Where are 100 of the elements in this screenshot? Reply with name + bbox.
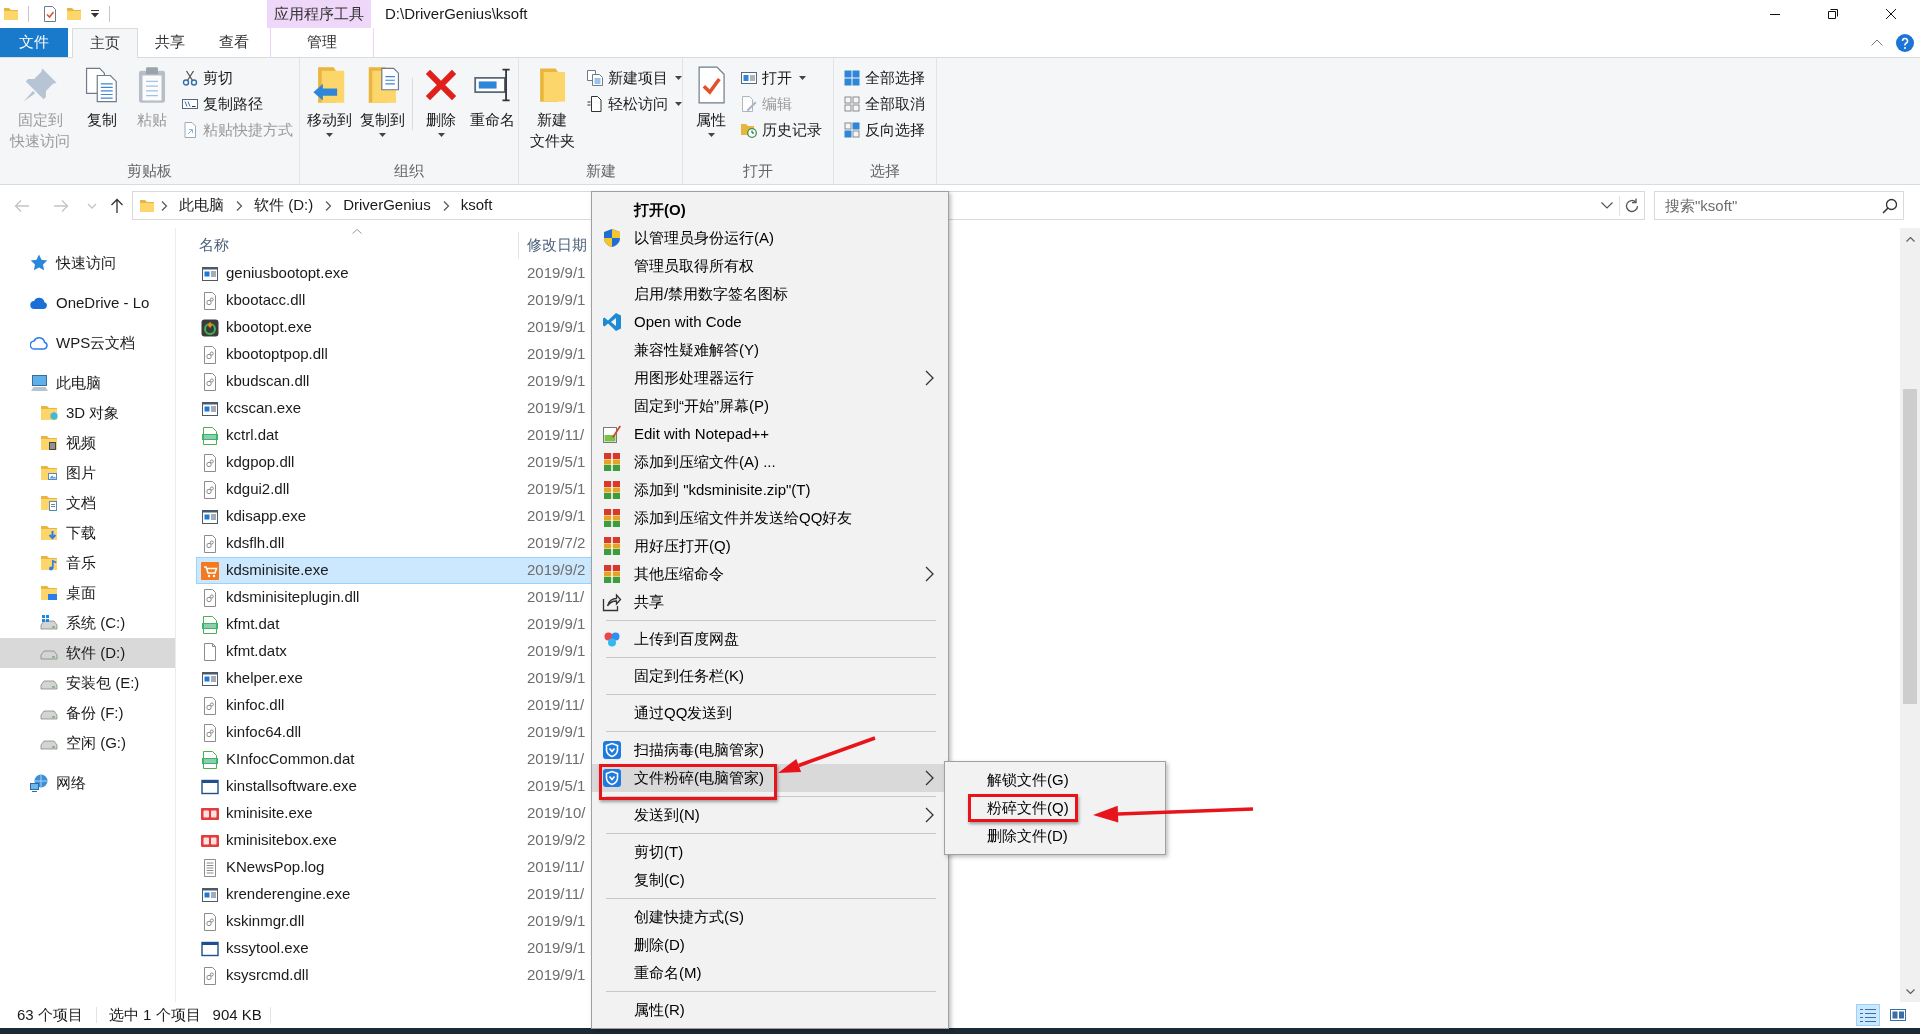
breadcrumb[interactable]: DriverGenius: [337, 193, 437, 218]
menu-item[interactable]: 上传到百度网盘: [592, 625, 743, 653]
menu-item[interactable]: 发送到(N): [592, 801, 948, 829]
menu-item[interactable]: 复制(C): [592, 866, 689, 894]
menu-item[interactable]: 用图形处理器运行: [592, 364, 948, 392]
menu-item[interactable]: 以管理员身份运行(A): [592, 224, 778, 252]
nav-item[interactable]: 图片: [0, 458, 175, 488]
menu-item[interactable]: 剪切(T): [592, 838, 688, 866]
menu-item[interactable]: 添加到压缩文件(A) ...: [592, 448, 780, 476]
open-button[interactable]: 打开: [741, 65, 822, 91]
chevron-right-icon[interactable]: [235, 200, 243, 211]
chevron-up-icon[interactable]: [1871, 39, 1883, 46]
file-name: khelper.exe: [226, 668, 303, 689]
menu-item[interactable]: 添加到压缩文件并发送给QQ好友: [592, 504, 857, 532]
details-view-button[interactable]: [1856, 1004, 1880, 1026]
file-date: 2019/7/2: [527, 533, 586, 554]
menu-item[interactable]: 共享: [592, 588, 668, 616]
nav-item[interactable]: 此电脑: [0, 368, 175, 398]
menu-item[interactable]: Open with Code: [592, 308, 746, 336]
nav-item[interactable]: 软件 (D:): [0, 638, 175, 668]
folder-cube-icon: [40, 404, 58, 422]
customize-caret-icon[interactable]: [91, 10, 99, 18]
ribbon-tab[interactable]: 查看: [202, 28, 266, 57]
file-name: kdsminisiteplugin.dll: [226, 587, 360, 608]
nav-item[interactable]: 备份 (F:): [0, 698, 175, 728]
invert-selection-button[interactable]: 反向选择: [844, 117, 925, 143]
nav-item[interactable]: 视频: [0, 428, 175, 458]
new-item-button[interactable]: 新建项目: [587, 65, 682, 91]
chevron-down-icon[interactable]: [1601, 202, 1613, 209]
nav-item[interactable]: 安装包 (E:): [0, 668, 175, 698]
nav-item[interactable]: 音乐: [0, 548, 175, 578]
nav-item[interactable]: 下载: [0, 518, 175, 548]
menu-item[interactable]: 打开(O): [592, 196, 690, 224]
file-date: 2019/9/1: [527, 398, 586, 419]
menu-item[interactable]: 解锁文件(G): [945, 766, 1073, 794]
menu-item[interactable]: 固定到任务栏(K): [592, 662, 748, 690]
file-name: kbootopt.exe: [226, 317, 312, 338]
nav-item[interactable]: OneDrive - Lo: [0, 288, 175, 318]
nav-item[interactable]: WPS云文档: [0, 328, 175, 358]
chevron-right-icon[interactable]: [441, 200, 450, 211]
copy-to-button[interactable]: 复制到: [357, 58, 408, 137]
copy-button[interactable]: 复制: [78, 58, 126, 151]
easy-access-button[interactable]: 轻松访问: [587, 91, 682, 117]
checked-document-icon[interactable]: [42, 6, 58, 22]
menu-item[interactable]: 删除文件(D): [945, 822, 1072, 850]
help-icon[interactable]: [1896, 33, 1914, 52]
nav-item[interactable]: 3D 对象: [0, 398, 175, 428]
history-button[interactable]: 历史记录: [741, 117, 822, 143]
menu-item[interactable]: 管理员取得所有权: [592, 252, 758, 280]
copy-path-button[interactable]: 复制路径: [182, 91, 293, 117]
ribbon-tab[interactable]: 主页: [72, 28, 138, 58]
menu-item[interactable]: 通过QQ发送到: [592, 699, 737, 727]
nav-item[interactable]: 空闲 (G:): [0, 728, 175, 758]
file-name: kctrl.dat: [226, 425, 279, 446]
file-date: 2019/9/1: [527, 965, 586, 986]
nav-item[interactable]: 桌面: [0, 578, 175, 608]
window-icon: [201, 939, 219, 958]
file-name: kssytool.exe: [226, 938, 309, 959]
scrollbar[interactable]: [1900, 228, 1920, 1002]
folder-music-icon: [40, 554, 58, 572]
nav-item[interactable]: 文档: [0, 488, 175, 518]
breadcrumb[interactable]: ksoft: [454, 193, 499, 218]
nav-item[interactable]: 网络: [0, 768, 175, 798]
outline-grid-icon: [844, 96, 860, 112]
nav-item[interactable]: 快速访问: [0, 248, 175, 278]
file-name: kbootoptpop.dll: [226, 344, 328, 365]
menu-item[interactable]: 用好压打开(Q): [592, 532, 735, 560]
breadcrumb[interactable]: 软件 (D:): [248, 193, 320, 218]
breadcrumb[interactable]: 此电脑: [173, 193, 230, 218]
menu-item[interactable]: 扫描病毒(电脑管家): [592, 736, 768, 764]
scrollbar-thumb[interactable]: [1903, 389, 1917, 704]
chevron-right-icon[interactable]: [160, 200, 168, 211]
column-header[interactable]: 名称: [196, 232, 519, 259]
chevron-right-icon[interactable]: [324, 200, 333, 211]
menu-item[interactable]: 兼容性疑难解答(Y): [592, 336, 763, 364]
chevron-down-icon[interactable]: [1905, 988, 1915, 994]
rename-button[interactable]: 重命名: [467, 58, 518, 137]
system-drive-icon: [40, 614, 58, 632]
select-none-button[interactable]: 全部取消: [844, 91, 925, 117]
menu-item[interactable]: 删除(D): [592, 931, 689, 959]
menu-item[interactable]: 创建快捷方式(S): [592, 903, 748, 931]
ribbon-tab[interactable]: 文件: [0, 28, 68, 57]
properties-button[interactable]: 属性: [687, 58, 735, 137]
move-to-button[interactable]: 移动到: [304, 58, 355, 137]
cut-button[interactable]: 剪切: [182, 65, 293, 91]
menu-item[interactable]: 启用/禁用数字签名图标: [592, 280, 793, 308]
new-folder-button[interactable]: 新建文件夹: [523, 58, 581, 151]
menu-item[interactable]: 添加到 "kdsminisite.zip"(T): [592, 476, 815, 504]
nav-item[interactable]: 系统 (C:): [0, 608, 175, 638]
ribbon-tab[interactable]: 共享: [138, 28, 202, 57]
column-header[interactable]: 修改日期: [519, 232, 595, 259]
refresh-icon[interactable]: [1624, 197, 1640, 214]
menu-item[interactable]: 重命名(M): [592, 959, 706, 987]
menu-item[interactable]: 属性(R): [592, 996, 689, 1024]
menu-item[interactable]: 固定到“开始”屏幕(P): [592, 392, 773, 420]
select-all-button[interactable]: 全部选择: [844, 65, 925, 91]
menu-item[interactable]: 粉碎文件(Q): [945, 794, 1073, 822]
chevron-up-icon[interactable]: [1905, 236, 1915, 242]
delete-button[interactable]: 删除: [417, 58, 465, 137]
menu-item[interactable]: Edit with Notepad++: [592, 420, 774, 448]
